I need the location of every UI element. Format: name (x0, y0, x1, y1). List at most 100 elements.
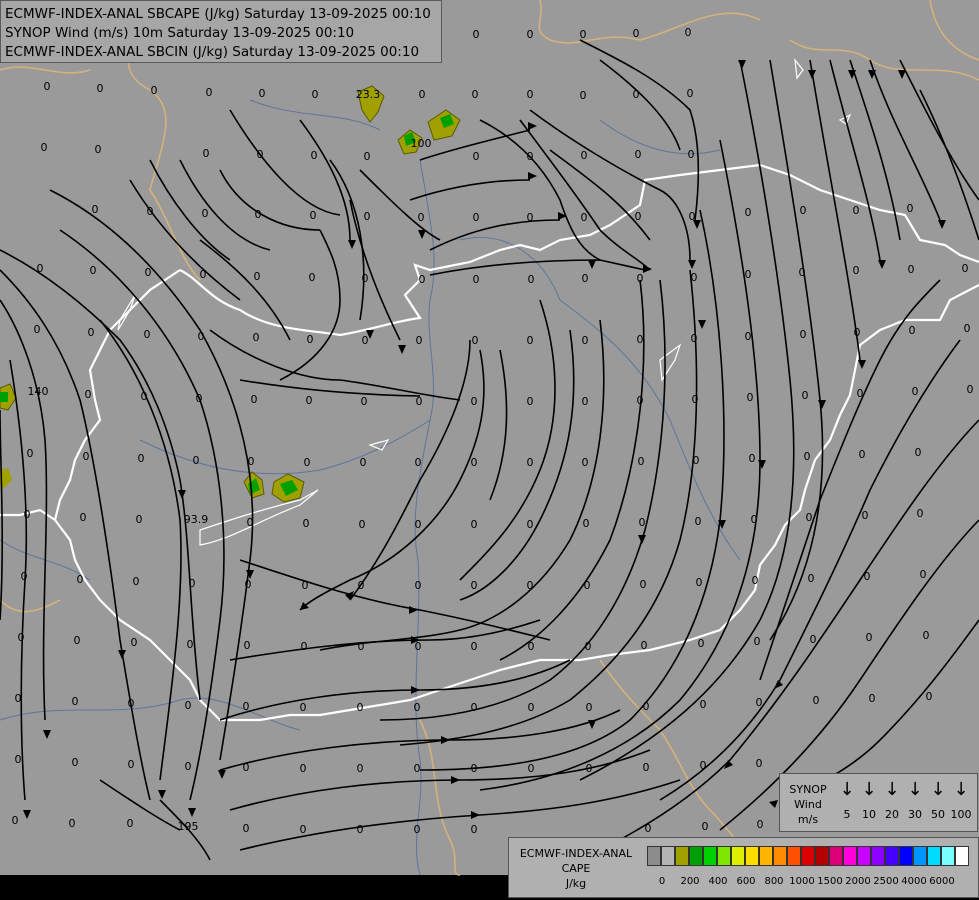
station-value: 0 (202, 207, 209, 220)
station-value: 0 (580, 28, 587, 41)
cape-swatch (927, 846, 941, 866)
station-value: 0 (361, 395, 368, 408)
station-value: 0 (527, 28, 534, 41)
station-value: 23.3 (356, 88, 381, 101)
station-value: 0 (582, 395, 589, 408)
station-value: 0 (136, 513, 143, 526)
arrow-down-icon: ↓ (884, 779, 900, 800)
station-value: 0 (751, 513, 758, 526)
cape-swatch (731, 846, 745, 866)
station-value: 0 (909, 324, 916, 337)
station-value: 0 (248, 455, 255, 468)
station-value: 0 (586, 762, 593, 775)
station-value: 0 (357, 823, 364, 836)
station-value: 0 (414, 762, 421, 775)
station-value: 0 (90, 264, 97, 277)
cape-tick-label: 1500 (817, 876, 843, 887)
station-value: 0 (580, 89, 587, 102)
station-value: 0 (915, 446, 922, 459)
cape-swatch (899, 846, 913, 866)
station-value: 0 (357, 701, 364, 714)
station-value: 0 (41, 141, 48, 154)
cape-swatch (717, 846, 731, 866)
station-value: 0 (419, 88, 426, 101)
station-value: 0 (696, 576, 703, 589)
station-value: 0 (301, 640, 308, 653)
station-value: 0 (300, 762, 307, 775)
station-value: 0 (967, 383, 974, 396)
station-value: 0 (358, 579, 365, 592)
station-value: 0 (473, 28, 480, 41)
station-value: 0 (695, 515, 702, 528)
station-value: 0 (908, 263, 915, 276)
arrow-down-icon: ↓ (861, 779, 877, 800)
station-value: 0 (527, 456, 534, 469)
station-value: 0 (364, 150, 371, 163)
arrow-down-icon: ↓ (839, 779, 855, 800)
station-value: 0 (752, 574, 759, 587)
station-value: 0 (15, 753, 22, 766)
cape-swatch (703, 846, 717, 866)
station-value: 0 (37, 262, 44, 275)
station-value: 0 (415, 579, 422, 592)
station-value: 0 (72, 756, 79, 769)
station-value: 0 (527, 334, 534, 347)
cape-swatch (871, 846, 885, 866)
station-value: 0 (198, 330, 205, 343)
station-value: 0 (582, 272, 589, 285)
station-value: 0 (688, 148, 695, 161)
wind-arrow-10: ↓ 10 (858, 780, 880, 822)
station-value: 0 (687, 87, 694, 100)
cape-swatch (647, 846, 661, 866)
station-value: 0 (926, 690, 933, 703)
cape-swatch (689, 846, 703, 866)
station-value: 0 (866, 631, 873, 644)
station-value: 0 (133, 575, 140, 588)
station-value: 0 (643, 761, 650, 774)
station-value: 93.9 (184, 513, 209, 526)
station-value: 0 (584, 579, 591, 592)
station-value: 0 (635, 148, 642, 161)
station-value: 0 (645, 822, 652, 835)
cape-legend-title: ECMWF-INDEX-ANAL CAPE J/kg (519, 847, 633, 890)
station-value: 0 (869, 692, 876, 705)
station-value: 0 (582, 456, 589, 469)
weather-map[interactable]: 00000023.3000000000000000000100000000000… (0, 0, 979, 900)
station-value: 0 (698, 637, 705, 650)
cape-tick-label: 600 (736, 876, 756, 887)
station-value: 0 (364, 210, 371, 223)
station-value: 0 (200, 268, 207, 281)
station-value: 0 (310, 209, 317, 222)
station-value: 0 (97, 82, 104, 95)
cape-tick-label: 200 (680, 876, 700, 887)
station-value: 0 (471, 518, 478, 531)
station-value: 0 (635, 210, 642, 223)
wind-arrow-30: ↓ 30 (904, 780, 926, 822)
station-value: 0 (306, 394, 313, 407)
station-value: 0 (307, 333, 314, 346)
station-value: 0 (527, 211, 534, 224)
station-value: 0 (471, 456, 478, 469)
title-sbcape: ECMWF-INDEX-ANAL SBCAPE (J/kg) Saturday … (5, 6, 431, 22)
station-value: 0 (151, 84, 158, 97)
cape-tick-label: 400 (708, 876, 728, 887)
cape-swatch (815, 846, 829, 866)
station-value: 0 (77, 573, 84, 586)
station-value: 0 (800, 328, 807, 341)
station-value: 0 (147, 205, 154, 218)
station-value: 0 (127, 817, 134, 830)
arrow-down-icon: ↓ (953, 779, 969, 800)
station-value: 0 (69, 817, 76, 830)
cape-tick-label: 0 (658, 876, 666, 887)
station-value: 0 (586, 701, 593, 714)
cape-swatch (955, 846, 969, 866)
station-value: 0 (471, 395, 478, 408)
station-value: 0 (804, 450, 811, 463)
station-value: 0 (527, 579, 534, 592)
station-value: 0 (473, 150, 480, 163)
station-value: 0 (311, 149, 318, 162)
synop-legend-title: SYNOP Wind m/s (789, 783, 827, 826)
station-value: 0 (527, 150, 534, 163)
cape-swatch (661, 846, 675, 866)
station-value: 0 (685, 26, 692, 39)
